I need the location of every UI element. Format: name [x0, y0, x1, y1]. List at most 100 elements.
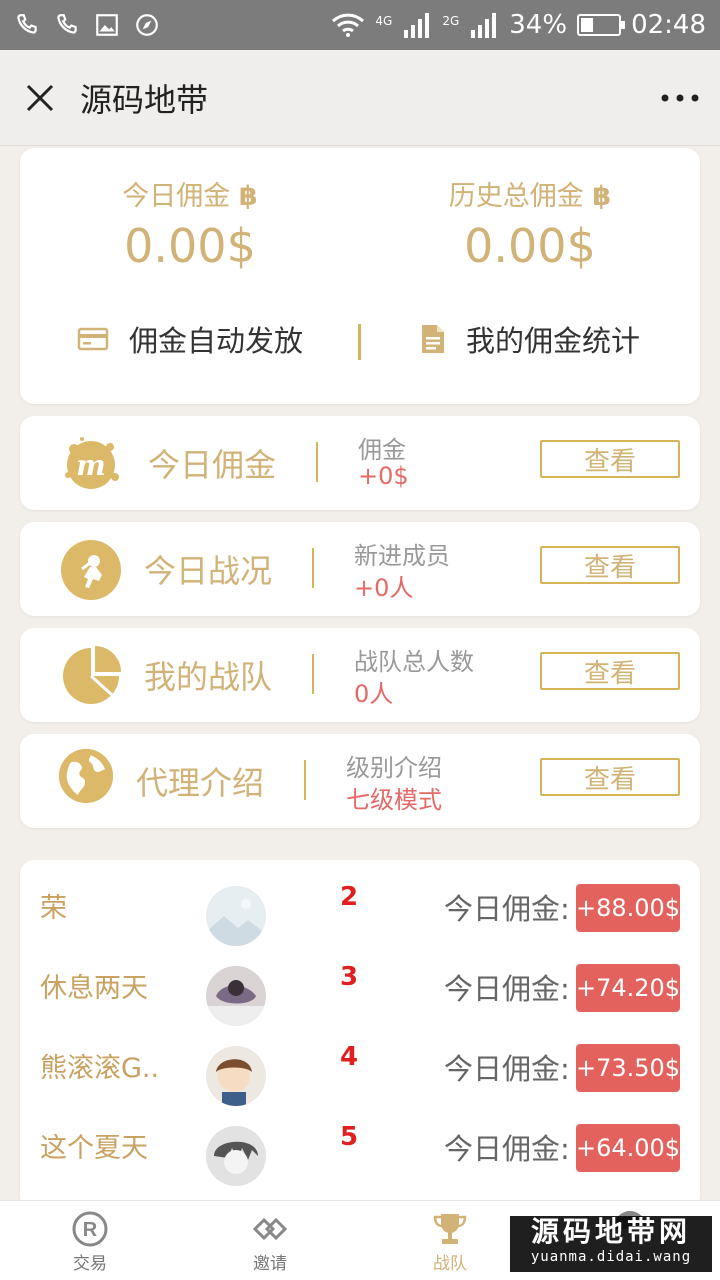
commission-label: 今日佣金:: [444, 1132, 570, 1166]
bitcoin-icon: ฿: [238, 181, 258, 212]
ranking-row[interactable]: 熊滚滚G.. 4 今日佣金: +73.50$: [20, 1042, 700, 1126]
signal-icon: [404, 13, 430, 38]
rank-number: 2: [340, 882, 359, 912]
rank-number: 4: [340, 1042, 359, 1072]
commission-amount-badge: +88.00$: [576, 884, 680, 932]
row-sub-label: 佣金: [358, 436, 406, 464]
status-right: 4G 2G 34% 02:48: [331, 10, 706, 40]
nav-item-team[interactable]: 战队: [400, 1209, 500, 1274]
view-button[interactable]: 查看: [540, 758, 680, 796]
pie-chart-icon: [63, 646, 121, 704]
commission-label: 今日佣金:: [444, 892, 570, 926]
document-icon: [421, 325, 444, 353]
signal-icon: [471, 13, 497, 38]
ranking-row[interactable]: 这个夏天 5 今日佣金: +64.00$: [20, 1122, 700, 1206]
row-title: 今日佣金: [148, 446, 277, 484]
nav-item-trade[interactable]: R 交易: [40, 1209, 140, 1274]
network-2g-label: 2G: [442, 14, 460, 28]
commission-stats-button[interactable]: 我的佣金统计: [360, 318, 700, 360]
trophy-icon: [433, 1214, 467, 1244]
avatar: [206, 1046, 266, 1106]
globe-icon: [58, 748, 114, 804]
row-value: +0人: [354, 574, 414, 602]
row-value: +0$: [358, 462, 409, 490]
row-sub-label: 战队总人数: [354, 648, 474, 676]
nav-label: 交易: [73, 1254, 107, 1274]
svg-text:m: m: [76, 449, 106, 482]
card-icon: [77, 327, 109, 351]
clock: 02:48: [631, 10, 706, 40]
title-bar: 源码地带: [0, 50, 720, 146]
phone-icon: [17, 14, 37, 34]
more-dots-icon: [661, 94, 699, 101]
status-left-icons: [14, 12, 160, 38]
image-icon: [96, 14, 118, 36]
row-value: 七级模式: [346, 786, 442, 814]
watermark-url: yuanma.didai.wang: [530, 1249, 692, 1265]
battery-percent: 34%: [509, 10, 568, 40]
nav-label: 战队: [433, 1254, 467, 1274]
ranking-row[interactable]: 休息两天 3 今日佣金: +74.20$: [20, 962, 700, 1046]
avatar-photo: [206, 966, 266, 1026]
total-commission-label: 历史总佣金 ฿: [360, 174, 700, 213]
compass-icon: [136, 14, 158, 36]
avatar-sketch: [206, 1126, 266, 1186]
auto-payout-button[interactable]: 佣金自动发放: [20, 318, 360, 360]
commission-amount-badge: +74.20$: [576, 964, 680, 1012]
commission-summary-card: 今日佣金 ฿ 0.00$ 历史总佣金 ฿ 0.00$ 佣金自动发放 我的佣金统计: [20, 148, 700, 404]
today-status-row: 今日战况 新进成员 +0人 查看: [20, 522, 700, 616]
row-divider: [304, 760, 306, 800]
avatar-cartoon: [206, 1046, 266, 1106]
watermark-title: 源码地带网: [530, 1215, 691, 1248]
today-commission-label-text: 今日佣金: [122, 181, 231, 212]
member-name: 荣: [40, 893, 67, 924]
row-divider: [312, 548, 314, 588]
row-divider: [312, 654, 314, 694]
watermark-logo: 源码地带网 yuanma.didai.wang: [510, 1216, 712, 1272]
row-sub-label: 级别介绍: [346, 754, 442, 782]
row-sub-label: 新进成员: [354, 542, 450, 570]
view-button[interactable]: 查看: [540, 546, 680, 584]
commission-label: 今日佣金:: [444, 1052, 570, 1086]
page-title: 源码地带: [80, 80, 209, 119]
row-value: 0人: [354, 680, 394, 708]
member-name: 休息两天: [40, 973, 148, 1004]
row-title: 代理介绍: [136, 764, 265, 802]
battery-icon: [577, 14, 626, 36]
total-commission-label-text: 历史总佣金: [448, 181, 584, 212]
total-commission-value: 0.00$: [464, 219, 596, 273]
avatar-placeholder-image: [206, 886, 266, 946]
nav-item-invite[interactable]: 邀请: [220, 1209, 320, 1274]
more-button[interactable]: [640, 50, 720, 146]
rank-number: 3: [340, 962, 359, 992]
view-button[interactable]: 查看: [540, 440, 680, 478]
status-bar: 4G 2G 34% 02:48: [0, 0, 720, 50]
close-icon: [26, 84, 54, 111]
member-name: 熊滚滚G..: [40, 1053, 160, 1084]
commission-label: 今日佣金:: [444, 972, 570, 1006]
commission-stats-label: 我的佣金统计: [465, 324, 640, 358]
m-blob-icon: m: [65, 437, 119, 489]
avatar: [206, 966, 266, 1026]
ranking-row[interactable]: 荣 2 今日佣金: +88.00$: [20, 882, 700, 966]
row-divider: [316, 442, 318, 482]
network-4g-label: 4G: [375, 14, 393, 28]
view-button[interactable]: 查看: [540, 652, 680, 690]
auto-payout-label: 佣金自动发放: [128, 324, 303, 358]
registered-icon: R: [72, 1211, 108, 1247]
ranking-card: 荣 2 今日佣金: +88.00$ 休息两天 3 今日佣金: +74.20$ 熊…: [20, 860, 700, 1210]
total-commission-summary: 历史总佣金 ฿ 0.00$: [360, 174, 700, 273]
diamond-link-icon: [252, 1217, 288, 1241]
commission-amount-badge: +73.50$: [576, 1044, 680, 1092]
row-title: 我的战队: [144, 658, 273, 696]
my-team-row: 我的战队 战队总人数 0人 查看: [20, 628, 700, 722]
close-button[interactable]: [0, 50, 80, 146]
bitcoin-icon: ฿: [592, 181, 612, 212]
today-commission-label: 今日佣金 ฿: [20, 174, 360, 213]
member-name: 这个夏天: [40, 1133, 148, 1164]
nav-label: 邀请: [253, 1254, 287, 1274]
agent-intro-row: 代理介绍 级别介绍 七级模式 查看: [20, 734, 700, 828]
row-title: 今日战况: [144, 552, 273, 590]
today-commission-value: 0.00$: [124, 219, 256, 273]
phone-icon: [57, 14, 77, 34]
